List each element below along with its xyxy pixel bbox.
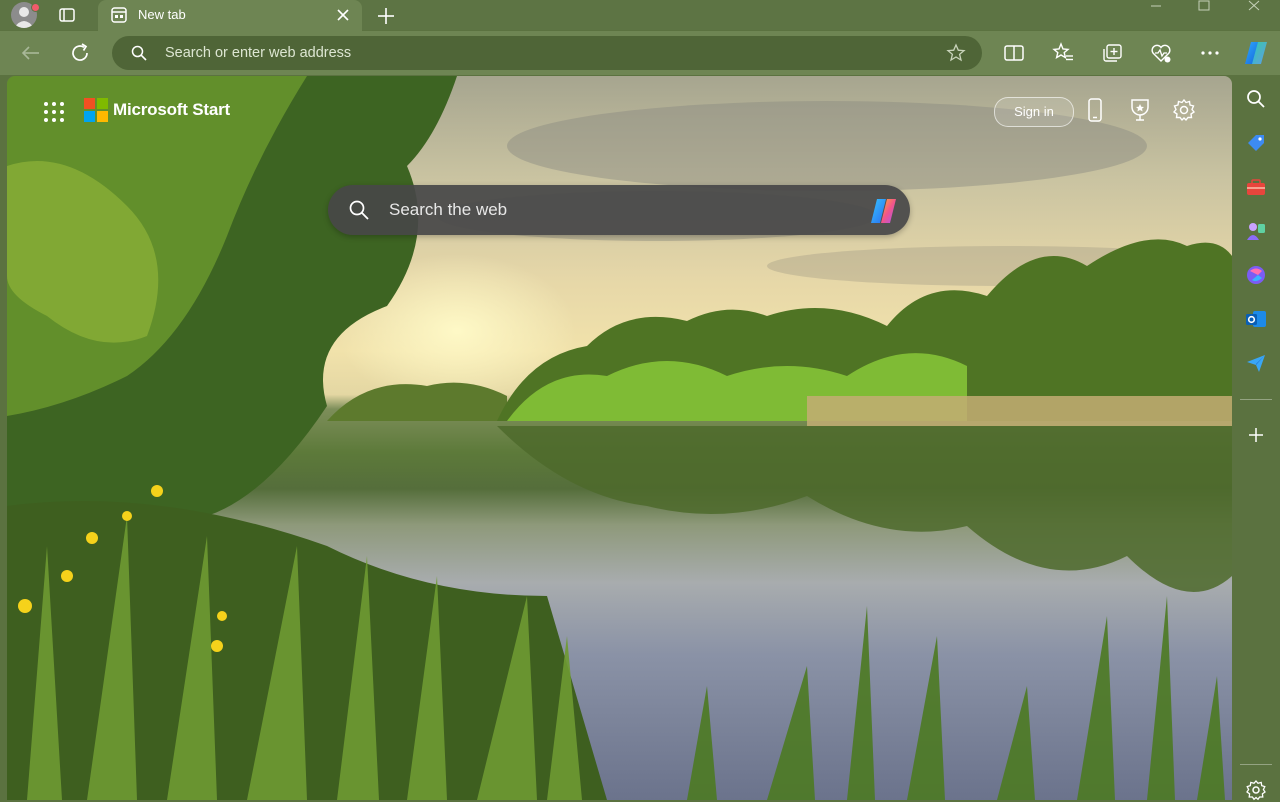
shopping-icon[interactable] — [1244, 131, 1268, 155]
refresh-icon[interactable] — [67, 40, 93, 66]
title-bar: New tab — [0, 0, 1280, 31]
copilot-search-icon[interactable] — [868, 195, 900, 227]
sidebar-divider — [1240, 764, 1272, 765]
games-icon[interactable] — [1244, 219, 1268, 243]
favorite-star-icon[interactable] — [946, 43, 966, 63]
tab-actions-icon — [59, 8, 75, 22]
web-search-box[interactable]: Search the web — [328, 185, 910, 235]
phone-icon[interactable] — [1082, 97, 1108, 123]
copilot-icon[interactable] — [1241, 38, 1271, 68]
tab-new-tab[interactable]: New tab — [98, 0, 362, 31]
new-tab-button[interactable] — [375, 5, 397, 27]
close-window-button[interactable] — [1231, 0, 1277, 16]
sidebar-settings-icon[interactable] — [1244, 778, 1268, 802]
minimize-button[interactable] — [1133, 0, 1179, 16]
drop-icon[interactable] — [1244, 351, 1268, 375]
web-search-input[interactable]: Search the web — [389, 200, 507, 220]
settings-icon[interactable] — [1171, 97, 1197, 123]
sidebar-search-icon[interactable] — [1244, 87, 1268, 111]
collections-icon[interactable] — [1099, 40, 1125, 66]
outlook-icon[interactable] — [1244, 307, 1268, 331]
app-launcher-icon[interactable] — [43, 101, 65, 123]
tab-title: New tab — [138, 7, 186, 22]
more-icon[interactable] — [1197, 40, 1223, 66]
split-screen-icon[interactable] — [1001, 40, 1027, 66]
microsoft-365-icon[interactable] — [1244, 263, 1268, 287]
browser-essentials-icon[interactable] — [1148, 40, 1174, 66]
sign-in-button[interactable]: Sign in — [994, 97, 1074, 127]
close-tab-icon[interactable] — [334, 6, 352, 24]
rewards-icon[interactable] — [1127, 97, 1153, 123]
tab-actions-button[interactable] — [57, 5, 77, 25]
favorites-icon[interactable] — [1050, 40, 1076, 66]
browser-toolbar: Search or enter web address — [0, 31, 1280, 75]
address-input[interactable]: Search or enter web address — [165, 45, 351, 61]
back-icon[interactable] — [18, 40, 44, 66]
notification-dot — [31, 3, 40, 12]
new-tab-page: Microsoft Start Sign in Search the web — [7, 76, 1232, 800]
search-icon — [349, 200, 369, 220]
brand-name[interactable]: Microsoft Start — [113, 100, 230, 120]
new-tab-favicon-icon — [111, 7, 127, 23]
tools-icon[interactable] — [1244, 175, 1268, 199]
microsoft-logo-icon[interactable] — [84, 98, 108, 122]
address-bar[interactable]: Search or enter web address — [112, 36, 982, 70]
search-icon — [131, 45, 147, 61]
edge-sidebar — [1232, 76, 1280, 802]
maximize-button[interactable] — [1181, 0, 1227, 16]
page-header: Microsoft Start Sign in — [7, 76, 1232, 146]
add-icon[interactable] — [1244, 423, 1268, 447]
sidebar-divider — [1240, 399, 1272, 400]
